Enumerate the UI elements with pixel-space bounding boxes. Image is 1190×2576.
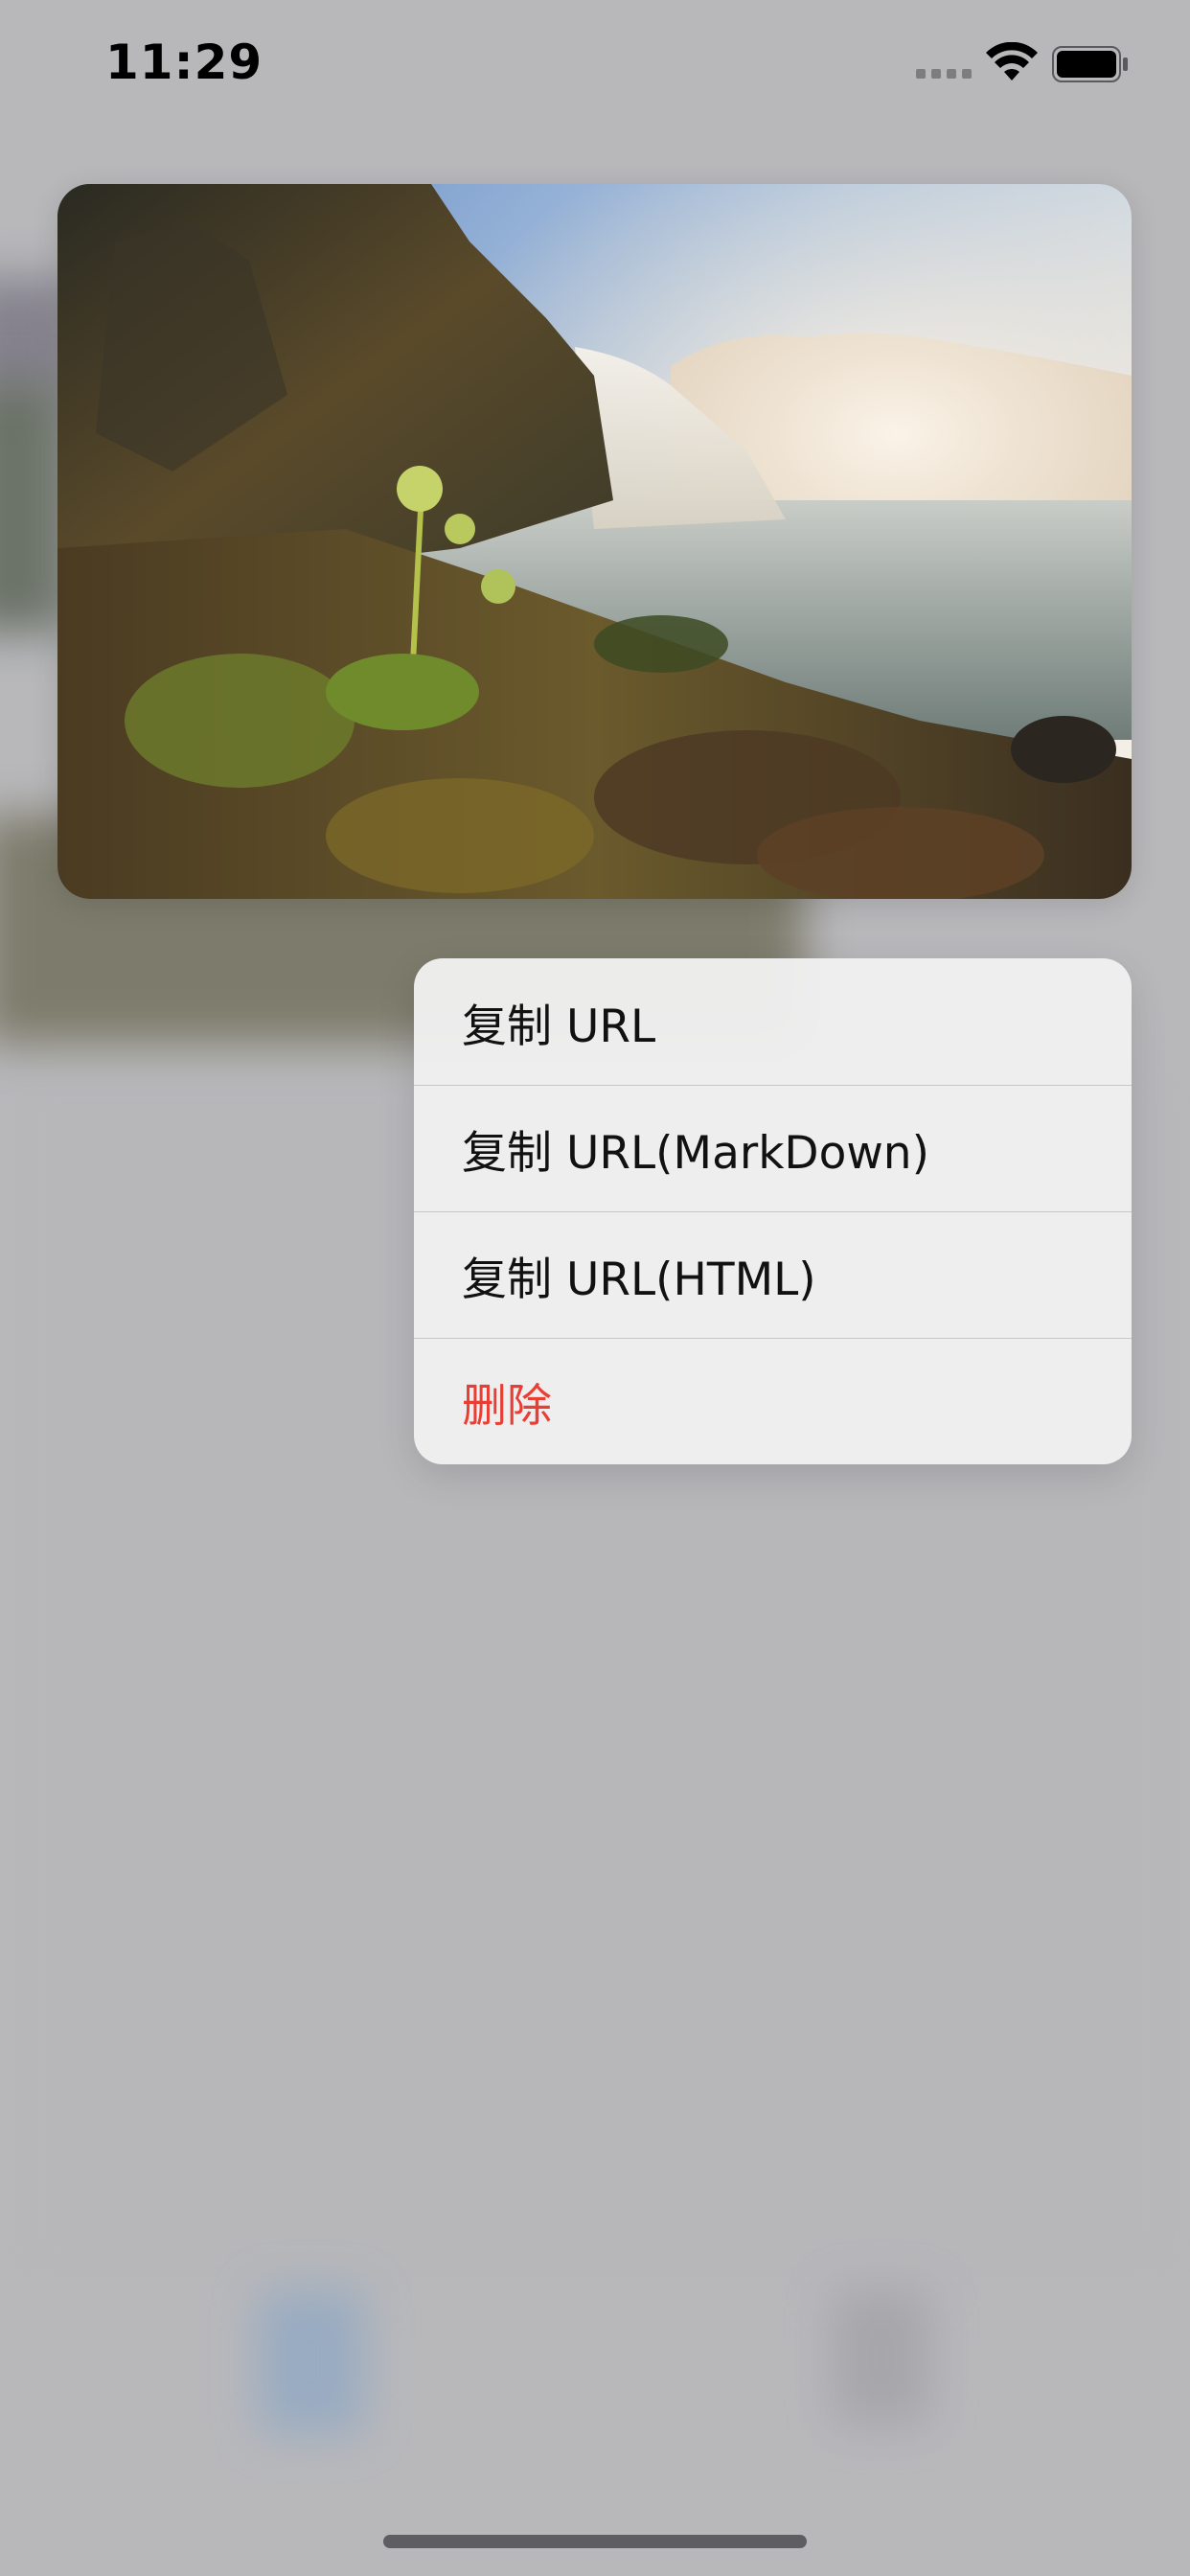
status-time: 11:29 bbox=[105, 34, 263, 90]
signal-icon bbox=[916, 69, 972, 79]
blurred-tab-icon bbox=[259, 2290, 364, 2434]
copy-url-menu-item[interactable]: 复制 URL bbox=[414, 958, 1132, 1085]
delete-menu-item[interactable]: 删除 bbox=[414, 1338, 1132, 1464]
image-preview[interactable] bbox=[57, 184, 1132, 899]
waterfall-photo bbox=[57, 184, 1132, 899]
status-bar: 11:29 bbox=[0, 0, 1190, 134]
blurred-tab-icon bbox=[834, 2290, 929, 2425]
battery-icon bbox=[1052, 46, 1128, 82]
home-indicator[interactable] bbox=[383, 2535, 807, 2548]
copy-url-markdown-menu-item[interactable]: 复制 URL(MarkDown) bbox=[414, 1085, 1132, 1211]
copy-url-html-menu-item[interactable]: 复制 URL(HTML) bbox=[414, 1211, 1132, 1338]
wifi-icon bbox=[986, 42, 1038, 80]
context-menu: 复制 URL 复制 URL(MarkDown) 复制 URL(HTML) 删除 bbox=[414, 958, 1132, 1464]
